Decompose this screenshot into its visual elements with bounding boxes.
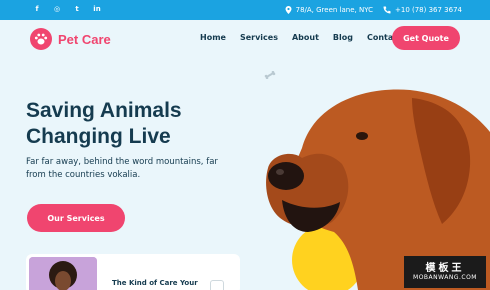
nav-item-services[interactable]: Services: [240, 33, 278, 42]
phone-icon: [383, 6, 391, 14]
nav-item-home[interactable]: Home: [200, 33, 226, 42]
hero-title-line-1: Saving Animals: [26, 99, 182, 122]
our-services-button[interactable]: Our Services: [27, 204, 125, 232]
contact-info: 78/A, Green lane, NYC +10 (78) 367 3674: [285, 0, 462, 20]
main-navigation: Pet Care Home Services About Blog Contac…: [0, 20, 490, 60]
feature-card: The Kind of Care Your: [26, 254, 240, 290]
location-pin-icon: [285, 6, 292, 14]
phone-text: +10 (78) 367 3674: [395, 6, 462, 14]
watermark-cn: 模板王: [425, 263, 465, 274]
document-icon: [210, 280, 224, 290]
watermark-badge: 模板王 MOBANWANG.COM: [404, 256, 486, 288]
hero-subtitle-line-2: from the countries vokalia.: [26, 170, 141, 180]
address-item: 78/A, Green lane, NYC: [285, 6, 373, 14]
nav-item-about[interactable]: About: [292, 33, 319, 42]
paw-logo-icon: [30, 28, 52, 50]
get-quote-button[interactable]: Get Quote: [392, 26, 460, 50]
twitter-icon[interactable]: t: [72, 4, 82, 14]
hero-title: Saving Animals Changing Live: [26, 98, 266, 150]
linkedin-icon[interactable]: in: [92, 4, 102, 14]
address-text: 78/A, Green lane, NYC: [295, 6, 373, 14]
social-links: f ◎ t in: [32, 4, 102, 14]
hero-title-line-2: Changing Live: [26, 125, 171, 148]
facebook-icon[interactable]: f: [32, 4, 42, 14]
bone-icon: [264, 71, 276, 79]
hero-subtitle: Far far away, behind the word mountains,…: [26, 156, 256, 182]
phone-item[interactable]: +10 (78) 367 3674: [383, 6, 462, 14]
nav-menu: Home Services About Blog Contact: [200, 33, 402, 42]
nav-item-blog[interactable]: Blog: [333, 33, 353, 42]
watermark-en: MOBANWANG.COM: [413, 274, 477, 281]
instagram-icon[interactable]: ◎: [52, 4, 62, 14]
card-title: The Kind of Care Your: [112, 279, 198, 287]
logo[interactable]: Pet Care: [30, 28, 111, 50]
hero-subtitle-line-1: Far far away, behind the word mountains,…: [26, 157, 218, 167]
brand-name: Pet Care: [58, 31, 111, 47]
woman-photo: [29, 257, 97, 290]
top-bar: f ◎ t in 78/A, Green lane, NYC +10 (78) …: [0, 0, 490, 20]
